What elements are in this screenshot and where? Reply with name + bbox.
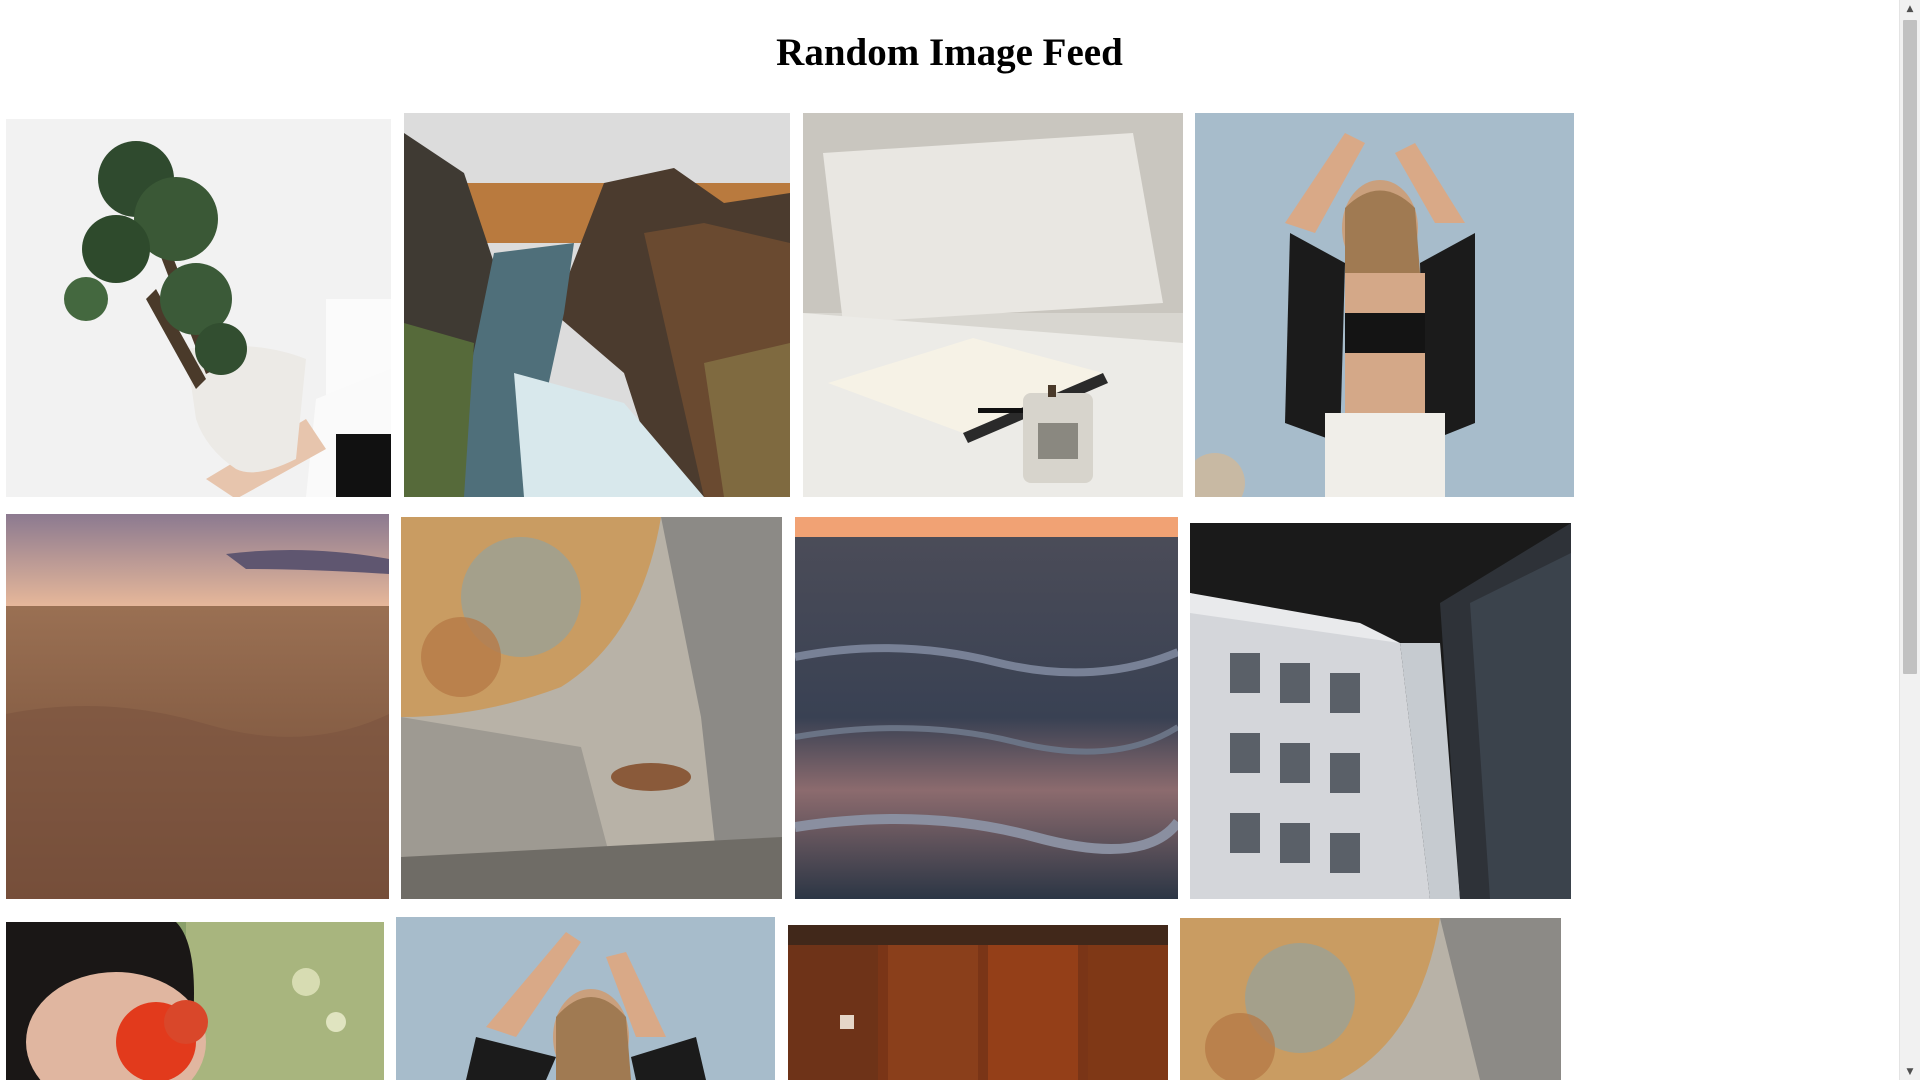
feed-image-woman-arms-raised[interactable]	[396, 917, 775, 1080]
river-canyon-image	[404, 113, 790, 497]
modern-buildings-image	[1190, 523, 1571, 899]
baroque-ceiling-image	[401, 517, 782, 899]
feed-image-wheat-field-sunset[interactable]	[6, 514, 389, 899]
baroque-ceiling-image	[1180, 918, 1561, 1080]
page-title: Random Image Feed	[776, 31, 1123, 74]
viewport: Random Image Feed	[0, 0, 1899, 1080]
scroll-up-arrow-icon[interactable]: ▲	[1900, 0, 1920, 17]
feed-image-woman-arms-raised[interactable]	[1195, 113, 1574, 497]
feed-image-orange-building-facade[interactable]	[788, 925, 1168, 1080]
feed-image-modern-buildings[interactable]	[1190, 523, 1571, 899]
potted-plant-image	[6, 119, 391, 497]
scroll-down-arrow-icon[interactable]: ▼	[1900, 1063, 1920, 1080]
feed-image-notebook-candle[interactable]	[803, 113, 1183, 497]
scroll-thumb[interactable]	[1903, 20, 1917, 674]
feed-image-river-canyon[interactable]	[404, 113, 790, 497]
wheat-field-sunset-image	[6, 514, 389, 899]
feed-image-ocean-waves-sunset[interactable]	[795, 517, 1178, 899]
feed-image-baroque-ceiling[interactable]	[401, 517, 782, 899]
notebook-candle-image	[803, 113, 1183, 497]
ocean-waves-sunset-image	[795, 517, 1178, 899]
woman-arms-raised-image	[1195, 113, 1574, 497]
feed-image-woman-poppy[interactable]	[6, 922, 384, 1080]
woman-poppy-image	[6, 922, 384, 1080]
feed-image-baroque-ceiling[interactable]	[1180, 918, 1561, 1080]
orange-building-facade-image	[788, 925, 1168, 1080]
vertical-scrollbar[interactable]: ▲ ▼	[1899, 0, 1920, 1080]
feed-image-potted-plant[interactable]	[6, 119, 391, 497]
woman-arms-raised-image	[396, 917, 775, 1080]
